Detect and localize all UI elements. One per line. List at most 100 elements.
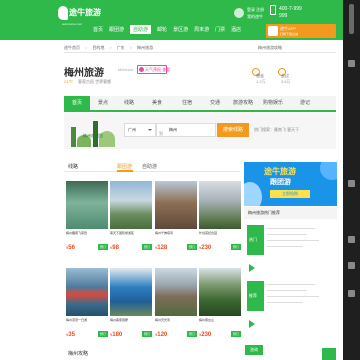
nav-item[interactable]: 周末游: [194, 26, 209, 34]
route-photo: [66, 181, 108, 229]
tab-self-guided[interactable]: 自助游: [142, 163, 157, 170]
sidebar-item[interactable]: 推荐: [244, 278, 337, 328]
book-button[interactable]: 预订: [231, 244, 241, 250]
section-title: 线路: [68, 164, 79, 170]
tab-transport[interactable]: 交通: [202, 96, 228, 110]
hotline-number: 400-7-999: [279, 6, 302, 12]
app-download-button[interactable]: 途牛APP 扫码下载立减: [266, 24, 336, 38]
sidebar-item[interactable]: 热门: [244, 222, 337, 272]
departure-select[interactable]: 广州: [124, 123, 156, 137]
route-card[interactable]: 梅州灵光寺 ¥120 预订: [155, 268, 197, 344]
route-price: ¥128: [155, 245, 168, 251]
consult-button[interactable]: 咨询: [245, 345, 263, 355]
route-photo: [110, 181, 152, 229]
logo-text: 途牛旅游: [69, 8, 101, 17]
tab-home[interactable]: 首页: [64, 96, 90, 110]
breadcrumb-item[interactable]: 目的地: [92, 45, 104, 51]
book-button[interactable]: 预订: [98, 244, 108, 250]
route-title: 梅州南台山: [199, 318, 215, 322]
sidebar-item-thumb: 推荐: [247, 281, 264, 311]
route-photo: [199, 268, 241, 316]
landmark-illustration: 梅州欢迎您: [69, 117, 117, 147]
text-line: [267, 284, 315, 285]
breadcrumb: 途牛首页 > 目的地 > 广东 > 梅州旅游: [64, 45, 153, 51]
sidebar-item-label: 推荐: [249, 293, 257, 298]
sidebar-item-thumb: 热门: [247, 225, 264, 255]
nav-item[interactable]: 景区游: [173, 26, 188, 34]
route-title: 梅州灵光寺: [155, 318, 171, 322]
tab-food[interactable]: 美食: [142, 96, 172, 110]
nav-item[interactable]: 跟团游: [109, 26, 124, 34]
chat-float-button[interactable]: [322, 348, 336, 360]
promo-banner[interactable]: 途牛旅游 跟团游 立即抢购: [244, 162, 337, 206]
route-card[interactable]: 梅州雁南飞茶田 ¥56 预订: [66, 181, 108, 257]
route-card[interactable]: 梅州漂流一日游 ¥35 预订: [66, 268, 108, 344]
my-account-link[interactable]: 我的途牛: [247, 14, 263, 20]
side-tool-icon[interactable]: [348, 262, 355, 269]
route-card[interactable]: 叶剑英纪念园 ¥230 预订: [199, 181, 241, 257]
scrollbar[interactable]: [343, 0, 360, 360]
nav-item-active[interactable]: 自助游: [130, 25, 152, 34]
welcome-sign: 梅州欢迎您: [83, 133, 103, 138]
weather-icon: [139, 67, 144, 72]
route-photo: [110, 268, 152, 316]
tab-guide[interactable]: 旅游攻略: [228, 96, 258, 110]
book-button[interactable]: 预订: [98, 331, 108, 337]
route-title: 梅州漂流一日游: [66, 318, 88, 322]
tab-routes[interactable]: 线路: [116, 96, 142, 110]
tab-sights[interactable]: 景点: [90, 96, 116, 110]
tab-notes[interactable]: 游记: [290, 96, 320, 110]
side-tool-icon[interactable]: [348, 60, 355, 67]
logo[interactable]: 途牛旅游 www.tuniu.com: [58, 4, 101, 34]
nav-item[interactable]: 邮轮: [157, 26, 167, 34]
route-photo: [66, 268, 108, 316]
route-card[interactable]: 梅州南台山 ¥230 预订: [199, 268, 241, 344]
top-nav-bar: 途牛旅游 www.tuniu.com 首页 跟团游 自助游 邮轮 景区游 周末游…: [0, 0, 343, 40]
city-slogan: 客家古邑 世界客都: [78, 79, 112, 84]
weather-badge[interactable]: 天气预报 查看: [137, 65, 170, 74]
promo-cta[interactable]: 立即抢购: [270, 190, 310, 198]
temperature: 24℃: [64, 79, 73, 84]
promo-title: 途牛旅游: [264, 167, 296, 176]
text-line: [267, 290, 307, 291]
page-title: 梅州旅游: [64, 68, 104, 79]
route-card[interactable]: 梅州千佛塔寺 ¥128 预订: [155, 181, 197, 257]
route-photo: [199, 181, 241, 229]
phone-icon: [270, 5, 276, 15]
sidebar-heading: 梅州旅游热门推荐: [244, 207, 337, 219]
tab-hotel[interactable]: 住宿: [172, 96, 202, 110]
book-button[interactable]: 预订: [231, 331, 241, 337]
tab-group-tour[interactable]: 跟团游: [117, 163, 132, 170]
nav-item[interactable]: 首页: [93, 26, 103, 34]
destination-value: 梅州: [169, 127, 177, 132]
destination-prefix: 到: [159, 131, 163, 136]
text-line: [267, 302, 303, 303]
side-tool-icon[interactable]: [348, 236, 355, 243]
nav-item[interactable]: 门票: [215, 26, 225, 34]
nav-item[interactable]: 酒店: [231, 26, 241, 34]
side-tool-icon[interactable]: [348, 180, 355, 187]
route-price: ¥230: [199, 332, 212, 338]
route-card[interactable]: 梅州客家围屋 ¥180 预订: [110, 268, 152, 344]
scrollbar-thumb[interactable]: [349, 4, 354, 34]
book-button[interactable]: 预订: [142, 331, 152, 337]
breadcrumb-item[interactable]: 广东: [117, 45, 125, 51]
tab-shopping[interactable]: 购物娱乐: [258, 96, 288, 110]
destination-input[interactable]: 到 梅州: [156, 123, 216, 137]
search-button[interactable]: 搜索线路: [217, 123, 249, 137]
book-button[interactable]: 预订: [142, 244, 152, 250]
play-icon: [249, 264, 255, 272]
route-photo: [155, 181, 197, 229]
active-tab-indicator: [117, 170, 133, 172]
login-link[interactable]: 登录 注册: [247, 7, 264, 13]
main-nav: 首页 跟团游 自助游 邮轮 景区游 周末游 门票 酒店: [93, 25, 241, 34]
breadcrumb-separator: >: [85, 45, 88, 50]
book-button[interactable]: 预订: [187, 244, 197, 250]
guide-link[interactable]: 梅州旅游攻略: [258, 45, 282, 51]
route-card[interactable]: 客天下国际旅游区 ¥98 预订: [110, 181, 152, 257]
book-button[interactable]: 预订: [187, 331, 197, 337]
side-tool-icon[interactable]: [348, 290, 355, 297]
breadcrumb-item[interactable]: 途牛首页: [64, 45, 80, 51]
logo-subtext: www.tuniu.com: [62, 22, 83, 26]
user-icon[interactable]: [234, 8, 244, 18]
